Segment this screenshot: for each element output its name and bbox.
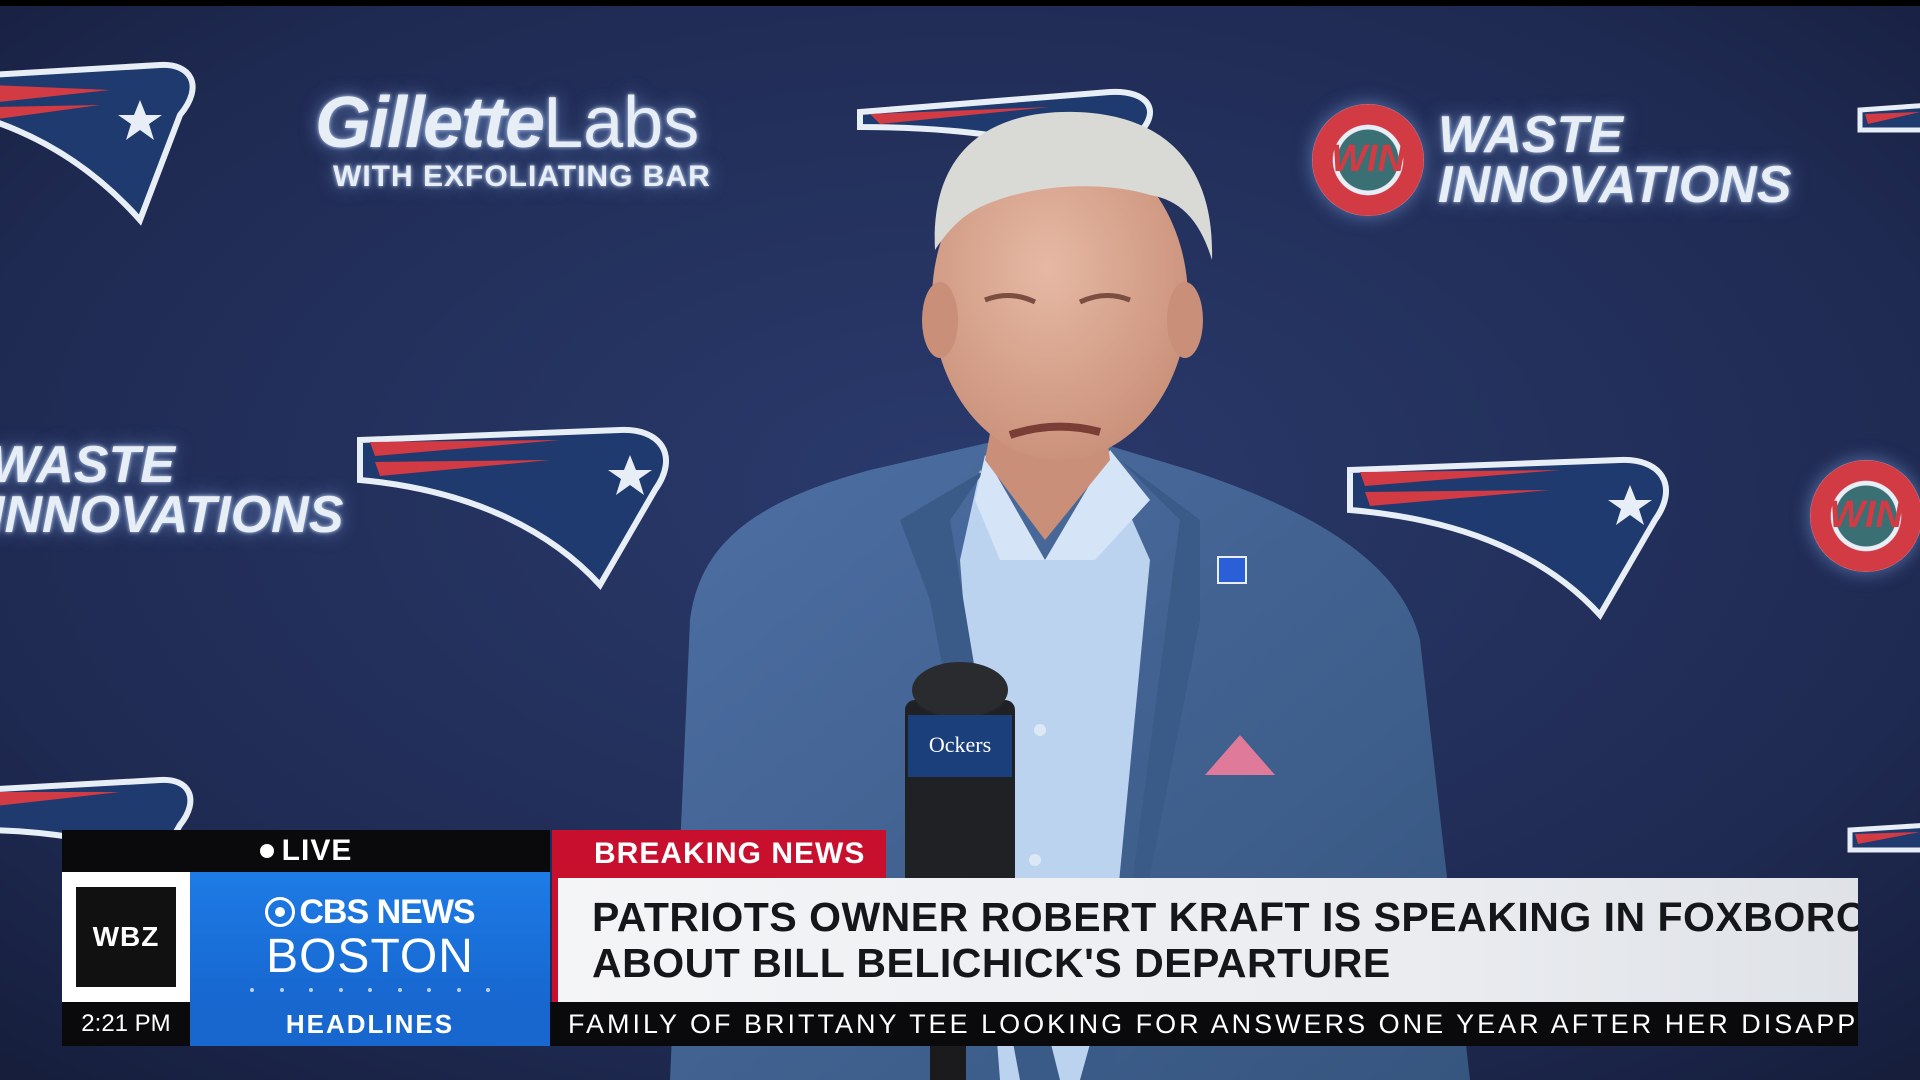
station-branding: WBZ CBS NEWS BOSTON [62, 872, 550, 1002]
win-badge-icon: WIN [1810, 460, 1920, 572]
video-frame: GilletteLabs WITH EXFOLIATING BAR WIN WA… [0, 0, 1920, 1080]
cbs-eye-icon [265, 897, 296, 927]
waste-innovations-logo-left: WASTE INNOVATIONS [0, 436, 344, 544]
mic-flag-label: Ockers [928, 732, 992, 757]
win-badge-right: WIN [1810, 460, 1920, 572]
ticker-clock: 2:21 PM [62, 1002, 190, 1046]
waste-innovations-logo: WIN WASTE INNOVATIONS [1312, 104, 1791, 216]
headline-line-1: PATRIOTS OWNER ROBERT KRAFT IS SPEAKING … [592, 894, 1858, 940]
headline-panel: PATRIOTS OWNER ROBERT KRAFT IS SPEAKING … [552, 878, 1858, 1002]
breaking-news-tag: BREAKING NEWS [552, 830, 886, 878]
patriots-logo-7 [1847, 823, 1920, 853]
patriots-logo-6 [1857, 103, 1920, 133]
wbz-logo: WBZ [62, 872, 190, 1002]
live-label: LIVE [281, 834, 353, 867]
ticker-section-label: HEADLINES [190, 1002, 550, 1046]
live-indicator: LIVE [62, 830, 550, 872]
gillette-labs-logo: GilletteLabs WITH EXFOLIATING BAR [315, 83, 711, 193]
lower-third: LIVE BREAKING NEWS WBZ CBS NEWS BOSTON P… [62, 830, 1858, 1046]
cbs-news-boston-logo: CBS NEWS BOSTON [190, 872, 550, 1002]
live-dot-icon [259, 844, 274, 858]
headline-line-2: ABOUT BILL BELICHICK'S DEPARTURE [592, 940, 1391, 986]
logo-dots [250, 988, 490, 992]
news-ticker: 2:21 PM HEADLINES FAMILY OF BRITTANY TEE… [62, 1002, 1858, 1046]
win-badge-icon: WIN [1312, 104, 1424, 216]
ticker-crawl-text: FAMILY OF BRITTANY TEE LOOKING FOR ANSWE… [568, 1008, 1858, 1039]
